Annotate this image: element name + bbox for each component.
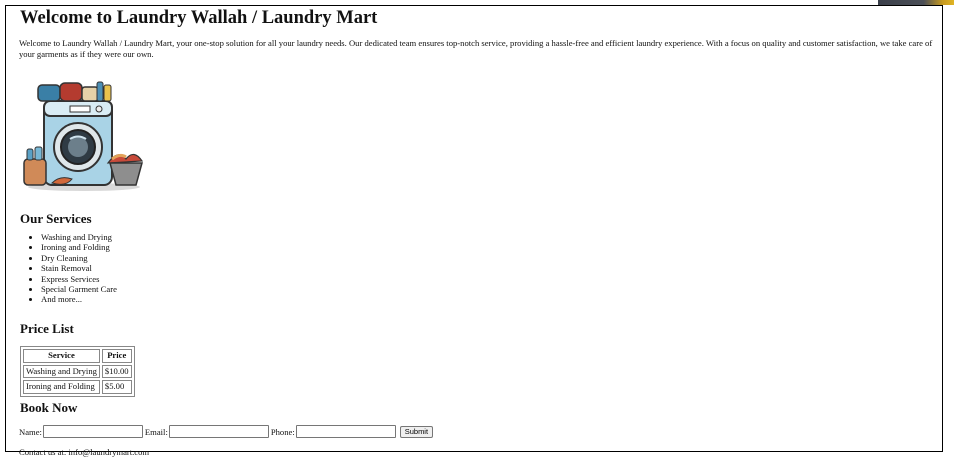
table-cell: Ironing and Folding xyxy=(23,380,100,394)
services-heading: Our Services xyxy=(20,211,92,226)
table-row: Washing and Drying $10.00 xyxy=(23,364,132,378)
submit-button[interactable]: Submit xyxy=(399,425,434,438)
list-item: Express Services xyxy=(41,274,117,284)
phone-label: Phone: xyxy=(270,426,295,437)
book-now-heading: Book Now xyxy=(20,400,78,415)
price-table: Service Price Washing and Drying $10.00 … xyxy=(20,346,135,397)
list-item: Ironing and Folding xyxy=(41,242,117,252)
table-cell: $5.00 xyxy=(101,380,132,394)
list-item: Stain Removal xyxy=(41,263,117,273)
table-cell: $10.00 xyxy=(101,364,132,378)
table-row: Ironing and Folding $5.00 xyxy=(23,380,132,394)
contact-info: Contact us at: info@laundrymart.com xyxy=(19,447,150,457)
page-title: Welcome to Laundry Wallah / Laundry Mart xyxy=(20,8,378,28)
services-list: Washing and Drying Ironing and Folding D… xyxy=(19,232,117,305)
name-label: Name: xyxy=(19,426,42,437)
page-frame: Welcome to Laundry Wallah / Laundry Mart… xyxy=(5,5,943,457)
column-header-service: Service xyxy=(23,349,100,363)
table-cell: Washing and Drying xyxy=(23,364,100,378)
table-header-row: Service Price xyxy=(23,349,132,363)
name-field[interactable] xyxy=(42,425,143,438)
washing-machine-icon xyxy=(23,81,144,191)
column-header-price: Price xyxy=(101,349,132,363)
list-item: Special Garment Care xyxy=(41,284,117,294)
price-list-heading: Price List xyxy=(20,321,74,336)
list-item: Washing and Drying xyxy=(41,232,117,242)
list-item: And more... xyxy=(41,294,117,304)
list-item: Dry Cleaning xyxy=(41,253,117,263)
email-label: Email: xyxy=(144,426,168,437)
intro-paragraph: Welcome to Laundry Wallah / Laundry Mart… xyxy=(19,38,933,59)
phone-field[interactable] xyxy=(295,425,396,438)
booking-form: Name: Email: Phone: Submit xyxy=(19,425,434,438)
email-field[interactable] xyxy=(168,425,269,438)
